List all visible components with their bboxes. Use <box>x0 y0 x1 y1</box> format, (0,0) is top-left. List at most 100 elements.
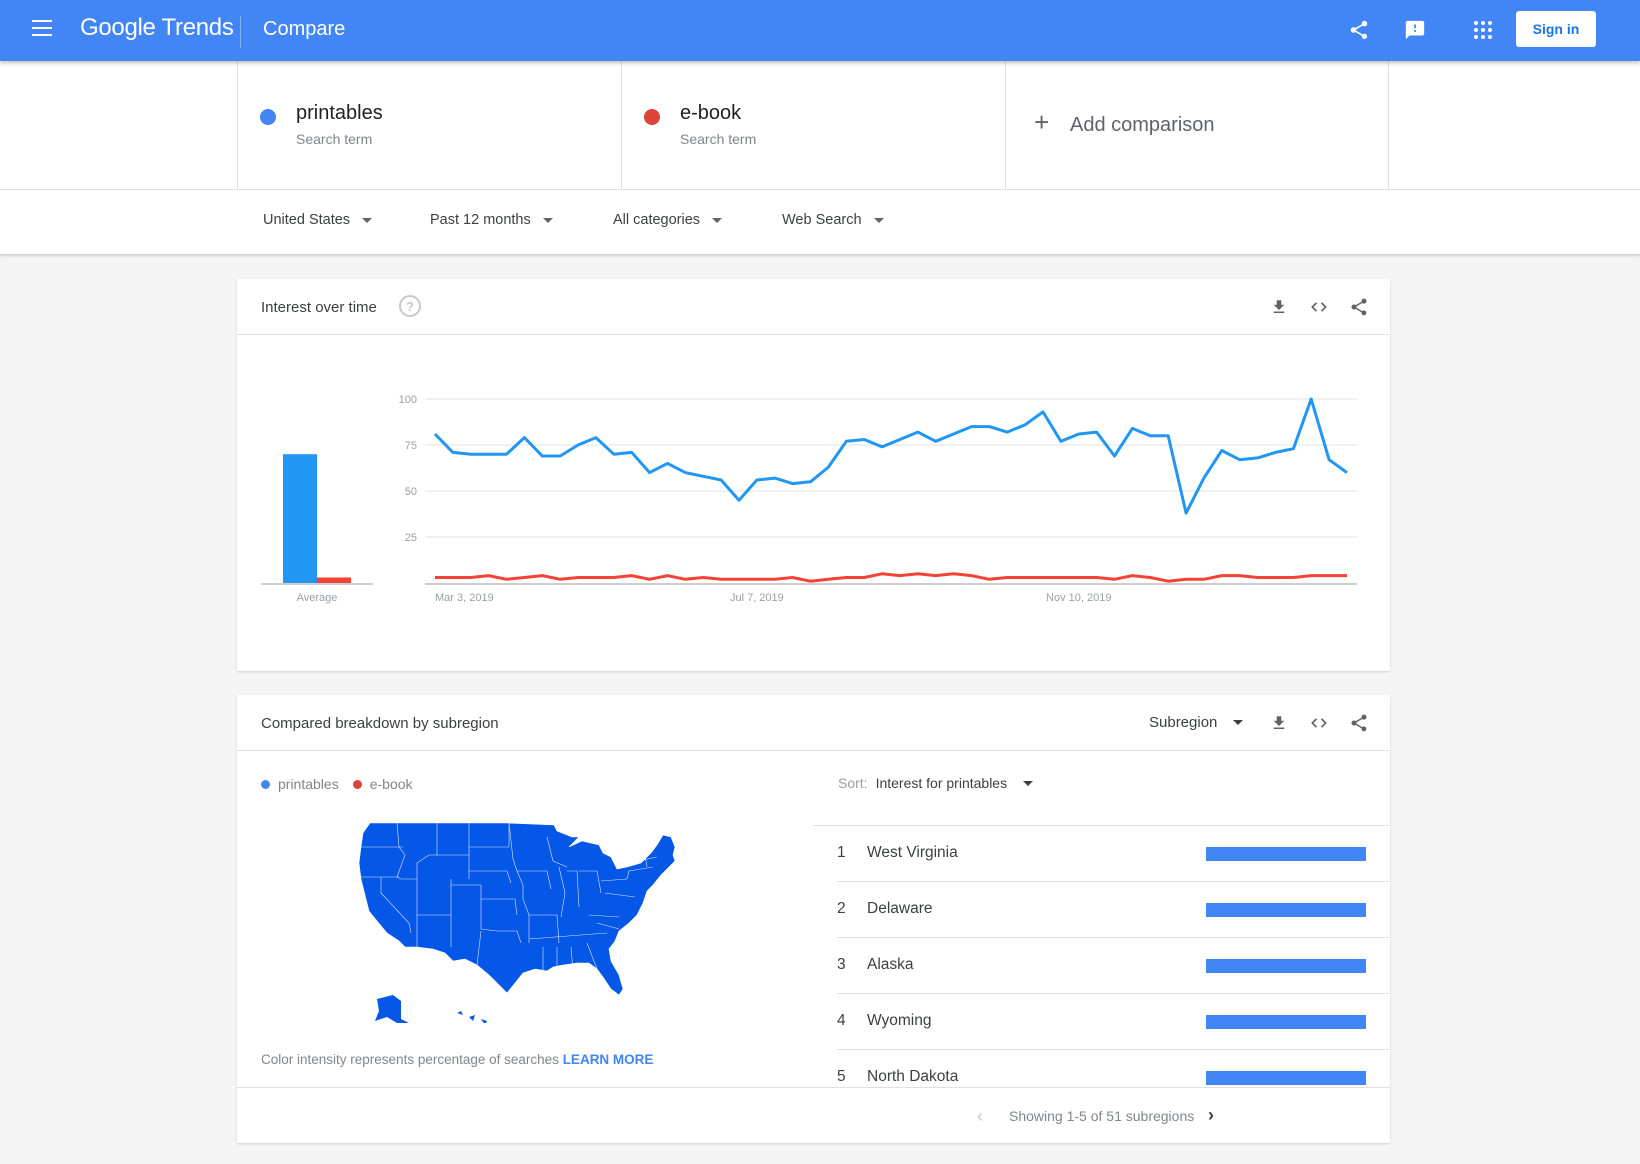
map-alaska <box>375 995 409 1023</box>
legend-dot-e-book <box>352 779 362 789</box>
page-title: Compare <box>263 18 346 40</box>
search-type-filter-label: Web Search <box>782 212 862 228</box>
time-filter[interactable]: Past 12 months <box>430 212 553 228</box>
map-hawaii <box>457 1011 487 1025</box>
region-filter[interactable]: United States <box>263 212 373 228</box>
row-bar-track <box>1206 847 1366 861</box>
next-page-icon[interactable]: › <box>1208 1105 1214 1126</box>
filter-bar: United States Past 12 months All categor… <box>0 190 1640 254</box>
help-icon[interactable]: ? <box>399 295 421 317</box>
y-tick-label: 25 <box>405 532 417 544</box>
legend-label-printables: printables <box>278 776 339 792</box>
download-icon[interactable] <box>1267 711 1291 735</box>
card-title: Interest over time <box>261 299 377 316</box>
row-region-name: Wyoming <box>867 1012 932 1029</box>
region-filter-label: United States <box>263 212 351 228</box>
pagination-text: Showing 1-5 of 51 subregions <box>1009 1108 1195 1124</box>
dropdown-arrow-icon <box>1023 780 1034 786</box>
share-icon[interactable] <box>1345 16 1373 44</box>
dropdown-arrow-icon <box>362 217 373 223</box>
row-rank: 1 <box>837 844 846 861</box>
map-contiguous-us <box>358 822 676 996</box>
row-region-name: North Dakota <box>867 1068 959 1085</box>
dropdown-arrow-icon <box>712 217 723 223</box>
row-rank: 2 <box>837 900 846 917</box>
download-icon[interactable] <box>1267 295 1291 319</box>
x-tick-label: Mar 3, 2019 <box>435 592 494 604</box>
sign-in-button[interactable]: Sign in <box>1516 11 1596 47</box>
embed-icon[interactable] <box>1307 295 1331 319</box>
menu-icon[interactable] <box>32 20 52 36</box>
card-header: Compared breakdown by subregion Subregio… <box>237 695 1390 751</box>
x-tick-label: Nov 10, 2019 <box>1046 592 1111 604</box>
card-header: Interest over time ? <box>237 279 1390 335</box>
category-filter-label: All categories <box>613 212 701 228</box>
term-printables[interactable]: printables Search term <box>237 61 621 189</box>
row-interest-bar <box>1206 959 1366 973</box>
plus-icon: + <box>1034 107 1050 137</box>
row-interest-bar <box>1206 903 1366 917</box>
average-label: Average <box>297 592 338 604</box>
subregion-row[interactable]: 2 Delaware <box>837 882 1390 938</box>
row-region-name: West Virginia <box>867 844 958 861</box>
card-title: Compared breakdown by subregion <box>261 715 499 732</box>
row-bar-track <box>1206 1015 1366 1029</box>
pagination: ‹ Showing 1-5 of 51 subregions › <box>237 1087 1390 1143</box>
term-name: printables <box>296 102 383 124</box>
dropdown-arrow-icon <box>1233 720 1244 725</box>
y-tick-label: 100 <box>399 394 417 406</box>
row-interest-bar <box>1206 1071 1366 1085</box>
row-bar-track <box>1206 959 1366 973</box>
term-color-dot <box>260 109 276 125</box>
learn-more-link[interactable]: LEARN MORE <box>563 1052 654 1067</box>
sort-select[interactable]: Sort: Interest for printables <box>838 775 1034 791</box>
row-region-name: Alaska <box>867 956 914 973</box>
add-comparison-button[interactable]: + Add comparison <box>1005 61 1389 189</box>
sort-value: Interest for printables <box>875 775 1008 791</box>
subregion-row[interactable]: 4 Wyoming <box>837 994 1390 1050</box>
subregion-select[interactable]: Subregion <box>1149 714 1244 731</box>
logo-trends: Trends <box>161 14 234 41</box>
share-icon[interactable] <box>1347 711 1371 735</box>
legend-dot-printables <box>261 779 270 789</box>
map-note-text: Color intensity represents percentage of… <box>261 1052 559 1067</box>
average-bar-printables <box>283 454 317 583</box>
average-bar-e-book <box>317 577 351 583</box>
add-comparison-label: Add comparison <box>1070 114 1215 136</box>
subregion-select-label: Subregion <box>1149 714 1218 731</box>
map-legend: printables e-book <box>261 776 413 792</box>
top-app-bar: Google Trends Compare Sign in <box>0 0 1640 61</box>
apps-icon[interactable] <box>1469 16 1497 44</box>
term-color-dot <box>644 109 660 125</box>
us-map[interactable] <box>357 822 697 1025</box>
google-trends-logo[interactable]: Google Trends <box>80 14 234 42</box>
term-type: Search term <box>680 131 757 147</box>
subregion-row[interactable]: 1 West Virginia <box>837 826 1390 882</box>
row-rank: 4 <box>837 1012 846 1029</box>
map-note: Color intensity represents percentage of… <box>261 1052 653 1067</box>
row-bar-track <box>1206 1071 1366 1085</box>
logo-google: Google <box>80 14 156 41</box>
term-e-book[interactable]: e-book Search term <box>621 61 1005 189</box>
row-rank: 3 <box>837 956 846 973</box>
dropdown-arrow-icon <box>542 217 553 223</box>
subregion-breakdown-card: Compared breakdown by subregion Subregio… <box>237 695 1390 1143</box>
subregion-row[interactable]: 3 Alaska <box>837 938 1390 994</box>
legend-label-e-book: e-book <box>369 776 413 792</box>
x-tick-label: Jul 7, 2019 <box>730 592 784 604</box>
feedback-icon[interactable] <box>1401 16 1429 44</box>
search-type-filter[interactable]: Web Search <box>782 212 884 228</box>
row-interest-bar <box>1206 847 1366 861</box>
term-type: Search term <box>296 131 373 147</box>
y-tick-label: 50 <box>405 486 417 498</box>
embed-icon[interactable] <box>1307 711 1331 735</box>
row-rank: 5 <box>837 1068 846 1085</box>
previous-page-icon[interactable]: ‹ <box>977 1106 983 1127</box>
sort-label: Sort: <box>838 775 868 791</box>
category-filter[interactable]: All categories <box>613 212 723 228</box>
header-divider <box>240 16 241 48</box>
share-icon[interactable] <box>1347 295 1371 319</box>
interest-line-chart[interactable]: 25 50 75 100 Average Mar 3, 2019 Jul 7, 2019… <box>237 335 1390 671</box>
time-filter-label: Past 12 months <box>430 212 531 228</box>
interest-over-time-card: Interest over time ? 25 50 75 100 Average M… <box>237 279 1390 671</box>
